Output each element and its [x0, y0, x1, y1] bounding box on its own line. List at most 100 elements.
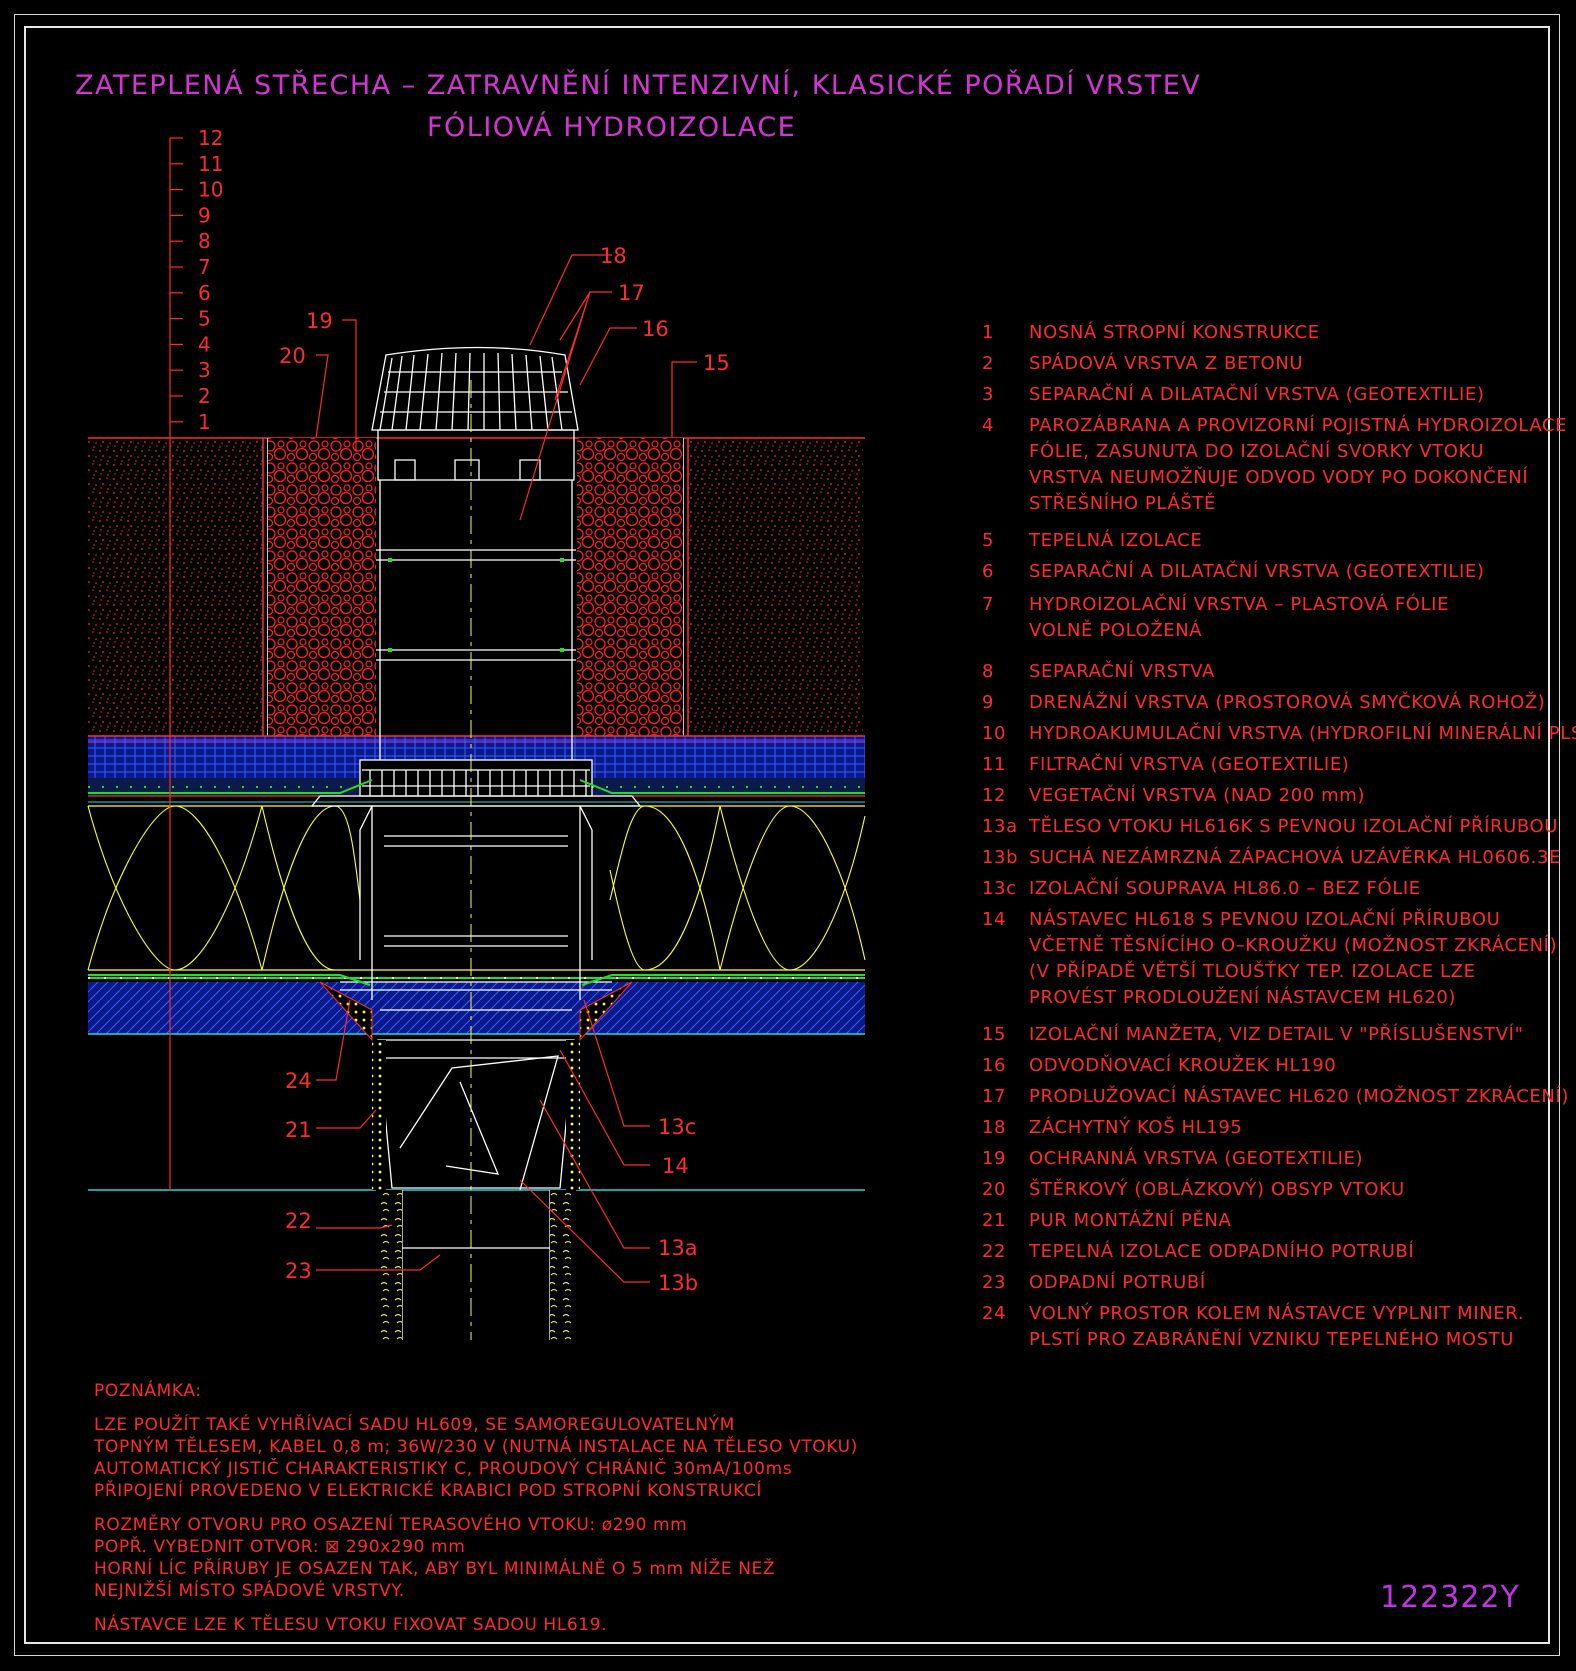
legend-text: IZOLAČNÍ SOUPRAVA HL86.0 – BEZ FÓLIE: [1029, 878, 1421, 899]
layer-scale-ticks: 121110987654321: [170, 126, 223, 434]
legend-text: VOLNÝ PROSTOR KOLEM NÁSTAVCE VYPLNIT MIN…: [1029, 1303, 1525, 1350]
legend-text: TĚLESO VTOKU HL616K S PEVNOU IZOLAČNÍ PŘ…: [1029, 816, 1559, 837]
legend-text: SUCHÁ NEZÁMRZNÁ ZÁPACHOVÁ UZÁVĚRKA HL060…: [1029, 847, 1561, 868]
drawing-code: 122322Y: [1380, 1580, 1520, 1615]
callout-15: 15: [703, 351, 730, 375]
legend-item: 19 OCHRANNÁ VRSTVA (GEOTEXTILIE): [975, 1146, 1555, 1172]
scale-label: 1: [198, 410, 211, 434]
legend-text: ŠTĚRKOVÝ (OBLÁZKOVÝ) OBSYP VTOKU: [1029, 1179, 1405, 1200]
legend-item: 22 TEPELNÁ IZOLACE ODPADNÍHO POTRUBÍ: [975, 1239, 1555, 1265]
legend-text: ODVODŇOVACÍ KROUŽEK HL190: [1029, 1055, 1337, 1076]
legend-number: 13b: [982, 847, 1019, 868]
callout-13b: 13b: [658, 1271, 698, 1295]
note-line: POPŘ. VYBEDNIT OTVOR: ⊠ 290x290 mm: [94, 1537, 466, 1557]
callout-13a: 13a: [658, 1236, 698, 1260]
callout-17: 17: [618, 281, 645, 305]
scale-label: 3: [198, 358, 211, 382]
legend-item: 10 HYDROAKUMULAČNÍ VRSTVA (HYDROFILNÍ MIN…: [975, 721, 1576, 747]
legend-number: 12: [982, 785, 1007, 806]
legend-item: 24 VOLNÝ PROSTOR KOLEM NÁSTAVCE VYPLNIT M…: [975, 1301, 1555, 1353]
legend-item: 14 NÁSTAVEC HL618 S PEVNOU IZOLAČNÍ PŘÍRU…: [975, 907, 1558, 1011]
note-line: LZE POUŽÍT TAKÉ VYHŘÍVACÍ SADU HL609, SE…: [94, 1415, 735, 1435]
legend-text: ZÁCHYTNÝ KOŠ HL195: [1029, 1117, 1243, 1138]
legend-text: TEPELNÁ IZOLACE: [1029, 530, 1203, 551]
legend-number: 6: [982, 561, 995, 582]
legend-text: HYDROIZOLAČNÍ VRSTVA – PLASTOVÁ FÓLIE VOL…: [1029, 594, 1450, 641]
legend-number: 22: [982, 1241, 1007, 1262]
callout-20: 20: [279, 344, 306, 368]
note-line: AUTOMATICKÝ JISTIČ CHARAKTERISTIKY C, PR…: [94, 1459, 793, 1479]
legend-item: 17 PRODLUŽOVACÍ NÁSTAVEC HL620 (MOŽNOST Z…: [975, 1084, 1568, 1110]
legend-text: PAROZÁBRANA A PROVIZORNÍ POJISTNÁ HYDROI…: [1029, 415, 1568, 514]
note-line: ROZMĚRY OTVORU PRO OSAZENÍ TERASOVÉHO VT…: [94, 1515, 688, 1535]
legend-number: 13a: [982, 816, 1018, 837]
legend-item: 11 FILTRAČNÍ VRSTVA (GEOTEXTILIE): [975, 752, 1555, 778]
note-line: PŘIPOJENÍ PROVEDENO V ELEKTRICKÉ KRABICI…: [94, 1481, 763, 1501]
legend-item: 3 SEPARAČNÍ A DILATAČNÍ VRSTVA (GEOTEXTIL…: [975, 382, 1555, 408]
legend-item: 5 TEPELNÁ IZOLACE: [975, 528, 1555, 554]
note-paragraph-3: NÁSTAVCE LZE K TĚLESU VTOKU FIXOVAT SADO…: [94, 1614, 858, 1636]
note-line: TOPNÝM TĚLESEM, KABEL 0,8 m; 36W/230 V (…: [94, 1437, 858, 1457]
legend-text: DRENÁŽNÍ VRSTVA (PROSTOROVÁ SMYČKOVÁ ROH…: [1029, 692, 1546, 713]
legend-item: 7 HYDROIZOLAČNÍ VRSTVA – PLASTOVÁ FÓLIE VO…: [975, 592, 1555, 644]
legend-item: 2 SPÁDOVÁ VRSTVA Z BETONU: [975, 351, 1555, 377]
legend-text: NÁSTAVEC HL618 S PEVNOU IZOLAČNÍ PŘÍRUBO…: [1029, 909, 1558, 1008]
legend-text: OCHRANNÁ VRSTVA (GEOTEXTILIE): [1029, 1148, 1364, 1169]
legend-text: FILTRAČNÍ VRSTVA (GEOTEXTILIE): [1029, 754, 1350, 775]
callout-19: 19: [306, 309, 333, 333]
legend-number: 1: [982, 322, 995, 343]
legend-text: SPÁDOVÁ VRSTVA Z BETONU: [1029, 353, 1304, 374]
callout-18: 18: [600, 244, 627, 268]
callout-24: 24: [285, 1069, 312, 1093]
legend-item: 6 SEPARAČNÍ A DILATAČNÍ VRSTVA (GEOTEXTIL…: [975, 559, 1555, 585]
legend-text: SEPARAČNÍ VRSTVA: [1029, 661, 1215, 682]
legend-number: 16: [982, 1055, 1007, 1076]
gravel-surround: [268, 438, 683, 736]
callout-21: 21: [285, 1118, 312, 1142]
legend: 1 NOSNÁ STROPNÍ KONSTRUKCE 2 SPÁDOVÁ VRSTVA…: [975, 320, 1576, 1358]
legend-number: 21: [982, 1210, 1007, 1231]
scale-label: 12: [198, 126, 223, 150]
legend-text: IZOLAČNÍ MANŽETA, VIZ DETAIL V "PŘÍSLUŠE…: [1029, 1024, 1524, 1045]
legend-text: PRODLUŽOVACÍ NÁSTAVEC HL620 (MOŽNOST ZKR…: [1029, 1086, 1569, 1107]
legend-item: 20 ŠTĚRKOVÝ (OBLÁZKOVÝ) OBSYP VTOKU: [975, 1177, 1555, 1203]
legend-text: SEPARAČNÍ A DILATAČNÍ VRSTVA (GEOTEXTILI…: [1029, 561, 1485, 582]
callout-23: 23: [285, 1259, 312, 1283]
legend-text: ODPADNÍ POTRUBÍ: [1029, 1272, 1206, 1293]
legend-number: 20: [982, 1179, 1007, 1200]
note-paragraph-1: LZE POUŽÍT TAKÉ VYHŘÍVACÍ SADU HL609, SE…: [94, 1414, 858, 1502]
legend-item: 1 NOSNÁ STROPNÍ KONSTRUKCE: [975, 320, 1555, 346]
callout-16: 16: [642, 317, 669, 341]
legend-number: 11: [982, 754, 1007, 775]
legend-text: HYDROAKUMULAČNÍ VRSTVA (HYDROFILNÍ MINER…: [1029, 723, 1576, 744]
note-block: POZNÁMKA: LZE POUŽÍT TAKÉ VYHŘÍVACÍ SADU…: [94, 1380, 858, 1636]
legend-item: 13b SUCHÁ NEZÁMRZNÁ ZÁPACHOVÁ UZÁVĚRKA HL…: [975, 845, 1560, 871]
legend-number: 10: [982, 723, 1007, 744]
callout-22: 22: [285, 1209, 312, 1233]
legend-number: 8: [982, 661, 995, 682]
legend-number: 3: [982, 384, 995, 405]
callout-14: 14: [662, 1154, 689, 1178]
scale-label: 11: [198, 152, 223, 176]
scale-label: 8: [198, 229, 211, 253]
legend-item: 21 PUR MONTÁŽNÍ PĚNA: [975, 1208, 1555, 1234]
legend-item: 4 PAROZÁBRANA A PROVIZORNÍ POJISTNÁ HYDRO…: [975, 413, 1566, 517]
legend-number: 23: [982, 1272, 1007, 1293]
callout-13c: 13c: [658, 1115, 696, 1139]
legend-text: PUR MONTÁŽNÍ PĚNA: [1029, 1210, 1232, 1231]
legend-number: 5: [982, 530, 995, 551]
legend-number: 4: [982, 415, 995, 436]
legend-item: 8 SEPARAČNÍ VRSTVA: [975, 659, 1555, 685]
legend-item: 18 ZÁCHYTNÝ KOŠ HL195: [975, 1115, 1555, 1141]
scale-label: 4: [198, 332, 211, 356]
scale-label: 2: [198, 384, 211, 408]
legend-number: 7: [982, 594, 995, 615]
legend-item: 23 ODPADNÍ POTRUBÍ: [975, 1270, 1555, 1296]
legend-text: TEPELNÁ IZOLACE ODPADNÍHO POTRUBÍ: [1029, 1241, 1415, 1262]
legend-number: 2: [982, 353, 995, 374]
legend-item: 13a TĚLESO VTOKU HL616K S PEVNOU IZOLAČNÍ…: [975, 814, 1559, 840]
legend-text: SEPARAČNÍ A DILATAČNÍ VRSTVA (GEOTEXTILI…: [1029, 384, 1485, 405]
legend-number: 24: [982, 1303, 1007, 1324]
legend-number: 9: [982, 692, 995, 713]
scale-label: 5: [198, 307, 211, 331]
